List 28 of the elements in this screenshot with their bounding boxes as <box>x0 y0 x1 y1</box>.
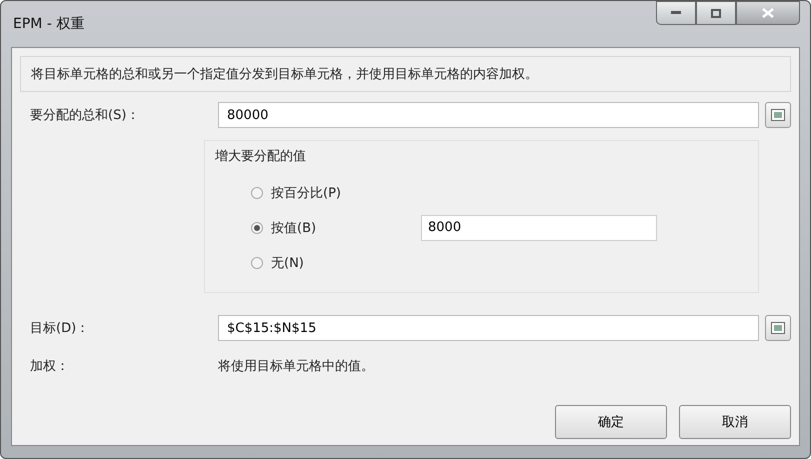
field-label: 加权： <box>29 358 70 375</box>
maximize-button[interactable] <box>696 1 736 25</box>
field-label: 要分配的总和(S)： <box>29 107 140 124</box>
description-text: 将目标单元格的总和或另一个指定值分发到目标单元格，并使用目标单元格的内容加权。 <box>20 56 791 92</box>
range-picker-button[interactable] <box>765 102 791 128</box>
range-picker-button[interactable] <box>765 315 791 341</box>
range-picker-icon <box>771 109 785 121</box>
range-picker-icon <box>771 322 785 334</box>
field-label: 目标(D)： <box>29 320 90 337</box>
weight-text: 将使用目标单元格中的值。 <box>218 358 374 375</box>
radio-button[interactable] <box>251 186 263 198</box>
minimize-icon <box>671 11 681 15</box>
radio-label[interactable]: 按百分比(P) <box>271 184 421 202</box>
radio-label[interactable]: 按值(B) <box>271 218 421 236</box>
value-field[interactable]: 8000 <box>421 214 657 240</box>
dialog-button[interactable]: 确定 <box>555 405 667 439</box>
dialog-button[interactable]: 取消 <box>679 405 791 439</box>
radio-button[interactable] <box>251 222 263 234</box>
group-title: 增大要分配的值 <box>215 148 307 165</box>
sum-field[interactable]: 80000 <box>218 102 759 128</box>
radio-button[interactable] <box>251 256 263 268</box>
radio-label[interactable]: 无(N) <box>271 254 421 272</box>
close-icon <box>762 8 774 18</box>
close-button[interactable] <box>736 1 800 25</box>
minimize-button[interactable] <box>656 1 696 25</box>
window-title: EPM - 权重 <box>12 15 84 33</box>
maximize-icon <box>711 8 721 18</box>
target-field[interactable]: $C$15:$N$15 <box>218 315 759 341</box>
